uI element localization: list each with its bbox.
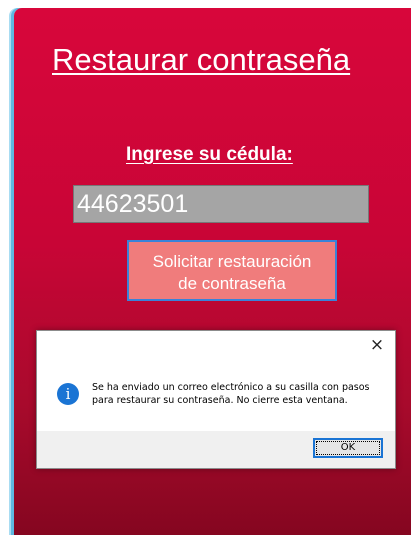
ok-button[interactable]: OK <box>313 438 383 458</box>
request-reset-button-label-line2: de contraseña <box>178 274 286 293</box>
request-reset-button-label-line1: Solicitar restauración <box>152 252 312 271</box>
dialog-footer: OK <box>37 431 395 468</box>
close-icon[interactable]: × <box>365 334 389 356</box>
page-title: Restaurar contraseña <box>52 42 351 77</box>
request-reset-button[interactable]: Solicitar restauración de contraseña <box>127 240 337 301</box>
dialog-message-line2: para restaurar su contraseña. No cierre … <box>92 395 348 406</box>
dialog-message-line1: Se ha enviado un correo electrónico a su… <box>92 382 370 393</box>
id-number-input[interactable] <box>73 185 369 223</box>
info-icon: i <box>57 383 79 405</box>
id-number-label: Ingrese su cédula: <box>126 144 293 165</box>
dialog-message: Se ha enviado un correo electrónico a su… <box>92 381 382 407</box>
message-dialog: × i Se ha enviado un correo electrónico … <box>36 330 396 469</box>
